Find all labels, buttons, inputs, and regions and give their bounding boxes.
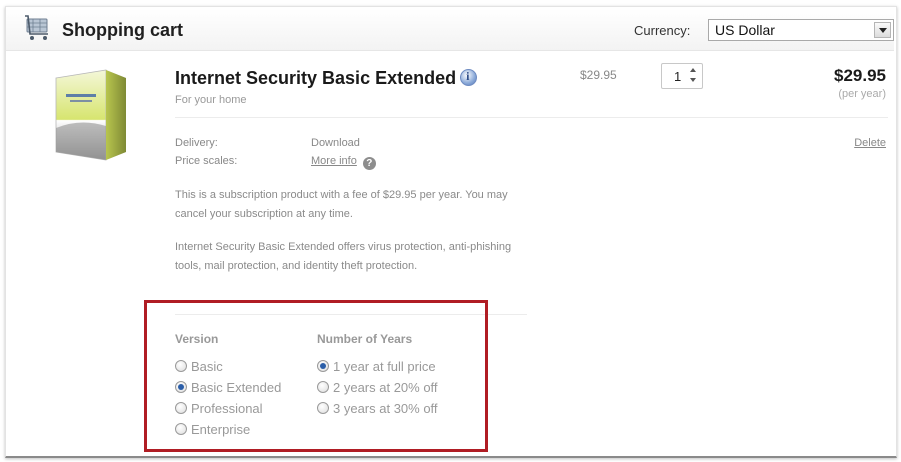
option-label: 1 year at full price (333, 359, 436, 374)
option-label: Basic (191, 359, 223, 374)
currency-select[interactable]: US Dollar (708, 19, 894, 41)
quantity-value: 1 (674, 69, 682, 84)
delivery-label: Delivery: (175, 137, 218, 149)
info-icon[interactable] (460, 69, 478, 86)
product-description: Internet Security Basic Extended offers … (175, 241, 512, 272)
chevron-down-icon[interactable] (874, 22, 891, 38)
radio-version-professional[interactable]: Professional (175, 400, 263, 418)
radio-button-icon[interactable] (317, 402, 329, 414)
unit-price: $29.95 (580, 68, 617, 82)
radio-version-basic-extended[interactable]: Basic Extended (175, 379, 281, 397)
spinner-arrows-icon[interactable] (690, 67, 698, 85)
product-subtitle: For your home (175, 94, 247, 106)
radio-button-icon[interactable] (175, 360, 187, 372)
product-box-image (55, 69, 126, 161)
price-scales-label: Price scales: (175, 155, 238, 167)
currency-label: Currency: (634, 23, 691, 38)
radio-button-selected-icon[interactable] (317, 360, 329, 372)
option-label: 3 years at 30% off (333, 401, 438, 416)
radio-button-icon[interactable] (175, 423, 187, 435)
radio-button-icon[interactable] (317, 381, 329, 393)
option-label: 2 years at 20% off (333, 380, 438, 395)
radio-years-1[interactable]: 1 year at full price (317, 358, 436, 376)
radio-years-3[interactable]: 3 years at 30% off (317, 400, 438, 418)
subscription-text: This is a subscription product with a fe… (175, 189, 508, 220)
version-heading: Version (175, 332, 219, 346)
cart-title: Shopping cart (62, 20, 183, 40)
more-info-link[interactable]: More info (311, 155, 357, 167)
shopping-cart-icon (25, 15, 48, 40)
product-name-text: Internet Security Basic Extended (175, 68, 457, 88)
radio-button-selected-icon[interactable] (175, 381, 187, 393)
option-label: Basic Extended (191, 380, 282, 395)
radio-button-icon[interactable] (175, 402, 187, 414)
divider (175, 117, 888, 118)
delete-link[interactable]: Delete (854, 137, 886, 149)
radio-version-enterprise[interactable]: Enterprise (175, 421, 250, 439)
years-heading: Number of Years (317, 332, 413, 346)
quantity-stepper[interactable]: 1 (661, 63, 703, 89)
per-year-note: (per year) (838, 88, 886, 100)
option-label: Enterprise (191, 422, 251, 437)
radio-version-basic[interactable]: Basic (175, 358, 223, 376)
product-name: Internet Security Basic Extended (175, 68, 478, 89)
option-label: Professional (191, 401, 263, 416)
cart-header: Shopping cart Currency: US Dollar (6, 9, 894, 51)
delivery-value: Download (311, 137, 360, 149)
help-icon[interactable]: ? (362, 157, 376, 170)
radio-years-2[interactable]: 2 years at 20% off (317, 379, 438, 397)
line-total: $29.95 (834, 66, 886, 85)
currency-value: US Dollar (715, 22, 775, 38)
price-scales-value: More info? (311, 155, 376, 170)
